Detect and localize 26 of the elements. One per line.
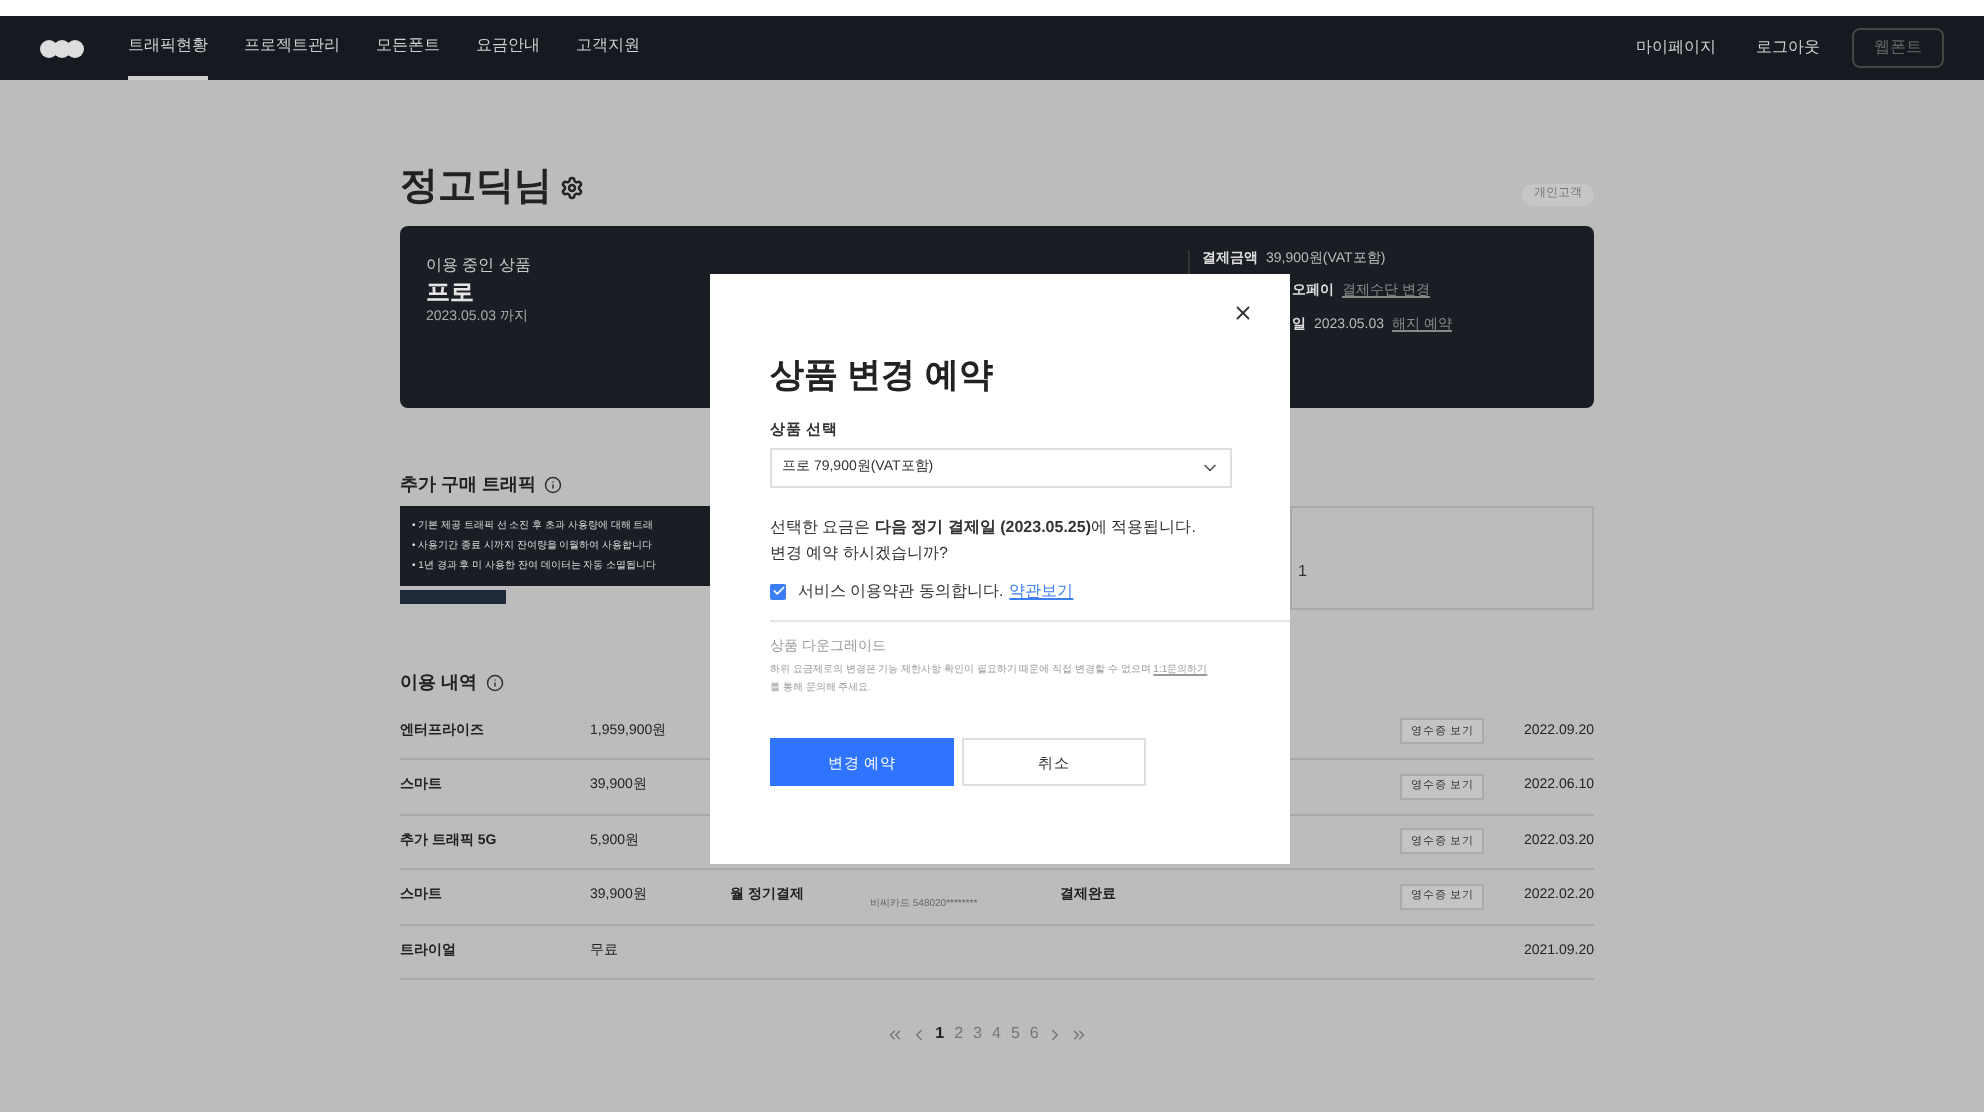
nav-tab[interactable]: 트래픽현황 — [128, 16, 208, 80]
nav-tab[interactable]: 모든폰트 — [376, 16, 440, 80]
terms-link[interactable]: 약관보기 — [1009, 579, 1074, 604]
notice-text: 선택한 요금은 다음 정기 결제일 (2023.05.25)에 적용됩니다. — [770, 515, 1198, 540]
settings-icon[interactable] — [560, 176, 584, 201]
nav-link[interactable]: 마이페이지 — [1636, 36, 1716, 60]
traffic-value: 1 — [1298, 560, 1307, 584]
confirm-question: 변경 예약 하시겠습니까? — [770, 541, 950, 566]
info-icon[interactable] — [544, 475, 563, 494]
section-title: 이용 내역 — [400, 670, 478, 696]
agree-checkbox[interactable] — [770, 583, 786, 600]
nav-link[interactable]: 로그아웃 — [1756, 36, 1820, 60]
user-name: 정고딕님 — [400, 164, 552, 212]
logo-icon[interactable] — [40, 39, 84, 57]
page-number[interactable]: 1 — [933, 1022, 947, 1046]
nav-tab[interactable]: 고객지원 — [576, 16, 640, 80]
nav-tab[interactable]: 요금안내 — [476, 16, 540, 80]
nav-tab[interactable]: 프로젝트관리 — [244, 16, 340, 80]
modal-title: 상품 변경 예약 — [770, 354, 995, 398]
close-icon[interactable] — [1232, 302, 1254, 324]
plan-caption: 이용 중인 상품 — [426, 253, 531, 277]
dark-bar — [400, 590, 506, 604]
section-title: 추가 구매 트래픽 — [400, 471, 537, 497]
info-icon[interactable] — [485, 674, 504, 693]
plan-name: 프로 — [426, 277, 476, 307]
agree-label: 서비스 이용약관 동의합니다. — [798, 579, 1004, 604]
